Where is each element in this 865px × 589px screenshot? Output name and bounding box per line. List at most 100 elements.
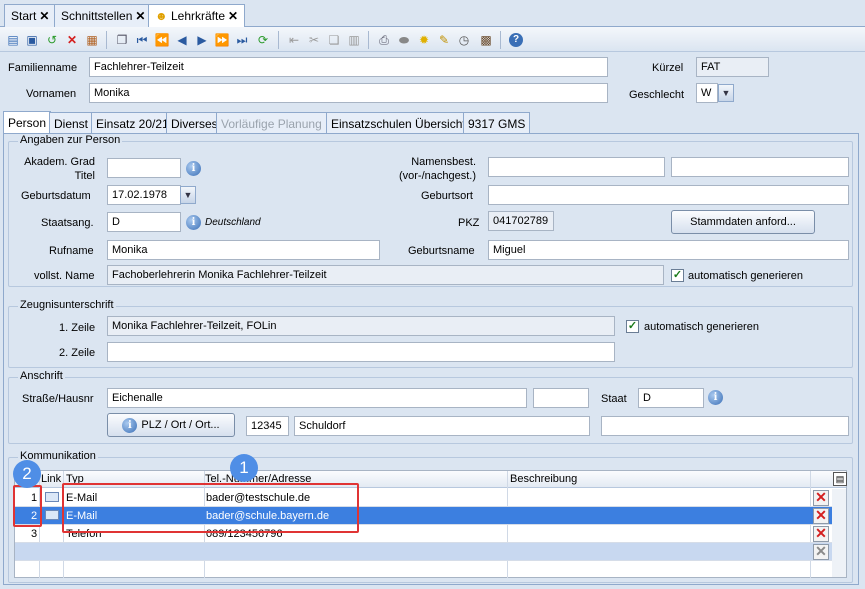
zeugnis-auto-generate-label: automatisch generieren bbox=[644, 321, 759, 333]
group-title: Zeugnisunterschrift bbox=[18, 299, 116, 311]
delete-row-icon: ✕ bbox=[813, 544, 829, 560]
staatsang-field[interactable]: D bbox=[107, 212, 181, 232]
delete-row-icon[interactable]: ✕ bbox=[813, 508, 829, 524]
paste-icon[interactable]: ▥ bbox=[346, 32, 362, 48]
copy-doc-icon[interactable]: ❏ bbox=[326, 32, 342, 48]
tab-person[interactable]: Person bbox=[3, 111, 52, 134]
cut-icon[interactable]: ✂ bbox=[306, 32, 322, 48]
new-row[interactable]: ✕ bbox=[15, 543, 846, 561]
rufname-field[interactable]: Monika bbox=[107, 240, 380, 260]
first-record-icon[interactable]: ⏮ bbox=[134, 32, 150, 48]
familienname-field[interactable]: Fachlehrer-Teilzeit bbox=[89, 57, 608, 77]
zeile1-field[interactable]: Monika Fachlehrer-Teilzeit, FOLin bbox=[107, 316, 615, 336]
column-header-beschreibung[interactable]: Beschreibung bbox=[510, 473, 577, 485]
close-icon[interactable]: ✕ bbox=[135, 9, 145, 23]
delete-row-icon[interactable]: ✕ bbox=[813, 526, 829, 542]
geburtsname-field[interactable]: Miguel bbox=[488, 240, 849, 260]
akad-grad-field[interactable] bbox=[107, 158, 181, 178]
zeile1-label: 1. Zeile bbox=[59, 322, 96, 334]
chevron-down-icon[interactable]: ▼ bbox=[180, 186, 196, 204]
close-icon[interactable]: ✕ bbox=[228, 9, 238, 23]
print-icon[interactable]: ⎙ bbox=[376, 32, 392, 48]
geburtsort-field[interactable] bbox=[488, 185, 849, 205]
geburtsdatum-field[interactable]: 17.02.1978 bbox=[107, 185, 181, 205]
document-tab-bar: Start ✕ Schnittstellen ✕ ☻ Lehrkräfte ✕ bbox=[0, 0, 865, 28]
titel-label: Titel bbox=[74, 170, 95, 182]
toolbar-separator bbox=[368, 31, 369, 49]
zeile2-field[interactable] bbox=[107, 342, 615, 362]
stammdaten-anfordern-label: Stammdaten anford... bbox=[690, 216, 796, 228]
column-chooser-icon[interactable]: ▤ bbox=[833, 472, 847, 486]
callout-badge-1: 1 bbox=[230, 454, 258, 482]
tab-diverses[interactable]: Diverses bbox=[166, 112, 223, 133]
ellipse-icon[interactable]: ⬬ bbox=[396, 32, 412, 48]
tab-lehrkraefte-label: Lehrkräfte bbox=[170, 9, 226, 23]
info-icon[interactable]: i bbox=[708, 390, 723, 405]
info-icon[interactable]: i bbox=[186, 161, 201, 176]
stammdaten-anfordern-button[interactable]: Stammdaten anford... bbox=[671, 210, 815, 234]
geburtsname-label: Geburtsname bbox=[408, 245, 475, 257]
lightbulb-icon[interactable]: ✹ bbox=[416, 32, 432, 48]
next-page-icon[interactable]: ⏩ bbox=[214, 32, 230, 48]
auto-generate-checkbox[interactable]: ✓ bbox=[671, 269, 684, 282]
help-icon[interactable]: ? bbox=[508, 32, 524, 48]
row-number: 3 bbox=[31, 528, 38, 540]
rufname-label: Rufname bbox=[49, 245, 94, 257]
previous-record-icon[interactable]: ◀ bbox=[174, 32, 190, 48]
tab-9317-gms[interactable]: 9317 GMS bbox=[463, 112, 531, 133]
tab-einsatz[interactable]: Einsatz 20/21 bbox=[91, 112, 174, 133]
ortsteil-field[interactable] bbox=[601, 416, 849, 436]
toolbar: ▤ ▣ ↺ ✕ ▦ ❐ ⏮ ⏪ ◀ ▶ ⏩ ⏭ ⟳ ⇤ ✂ ❏ ▥ ⎙ ⬬ ✹ … bbox=[0, 27, 865, 52]
previous-page-icon[interactable]: ⏪ bbox=[154, 32, 170, 48]
undo-icon[interactable]: ↺ bbox=[44, 32, 60, 48]
zeugnis-auto-generate-checkbox[interactable]: ✓ bbox=[626, 320, 639, 333]
close-icon[interactable]: ✕ bbox=[39, 9, 49, 23]
namensbest-label: Namensbest. bbox=[411, 156, 476, 168]
ort-field[interactable]: Schuldorf bbox=[294, 416, 590, 436]
next-record-icon[interactable]: ▶ bbox=[194, 32, 210, 48]
scrollbar[interactable] bbox=[832, 489, 846, 577]
column-header-link[interactable]: Link bbox=[41, 473, 61, 485]
clean-icon[interactable]: ✎ bbox=[436, 32, 452, 48]
toolbar-separator bbox=[278, 31, 279, 49]
akad-grad-label: Akadem. Grad bbox=[24, 156, 95, 168]
plz-ort-button[interactable]: i PLZ / Ort / Ort... bbox=[107, 413, 235, 437]
tab-dienst[interactable]: Dienst bbox=[49, 112, 94, 133]
callout-badge-2: 2 bbox=[13, 460, 41, 488]
namensbest-vor-field[interactable] bbox=[488, 157, 665, 177]
group-title: Angaben zur Person bbox=[18, 134, 123, 146]
vornamen-field[interactable]: Monika bbox=[89, 83, 608, 103]
clock-icon[interactable]: ◷ bbox=[456, 32, 472, 48]
arrow-left-icon[interactable]: ⇤ bbox=[286, 32, 302, 48]
new-icon[interactable]: ▤ bbox=[5, 32, 21, 48]
pkz-field[interactable]: 041702789 bbox=[488, 211, 554, 231]
tab-start[interactable]: Start ✕ bbox=[4, 4, 57, 27]
geburtsdatum-label: Geburtsdatum bbox=[21, 190, 91, 202]
kuerzel-label: Kürzel bbox=[652, 62, 684, 74]
last-record-icon[interactable]: ⏭ bbox=[234, 32, 250, 48]
delete-icon[interactable]: ✕ bbox=[64, 32, 80, 48]
geschlecht-select[interactable]: W bbox=[696, 83, 718, 103]
contact-card-icon[interactable]: ▩ bbox=[478, 32, 494, 48]
vollst-name-label: vollst. Name bbox=[34, 270, 95, 282]
staat-field[interactable]: D bbox=[638, 388, 704, 408]
refresh-icon[interactable]: ⟳ bbox=[255, 32, 271, 48]
copy-icon[interactable]: ❐ bbox=[114, 32, 130, 48]
info-icon[interactable]: i bbox=[186, 215, 201, 230]
callout-email-rows bbox=[62, 483, 359, 533]
hausnr-field[interactable] bbox=[533, 388, 589, 408]
kuerzel-field[interactable]: FAT bbox=[696, 57, 769, 77]
email-icon[interactable] bbox=[45, 510, 59, 520]
tab-einsatzschulen-uebersicht[interactable]: Einsatzschulen Übersicht bbox=[326, 112, 471, 133]
vollst-name-field[interactable]: Fachoberlehrerin Monika Fachlehrer-Teilz… bbox=[107, 265, 664, 285]
delete-row-icon[interactable]: ✕ bbox=[813, 490, 829, 506]
email-icon[interactable] bbox=[45, 492, 59, 502]
namensbest-nach-field[interactable] bbox=[671, 157, 849, 177]
chevron-down-icon[interactable]: ▼ bbox=[718, 84, 734, 102]
tab-lehrkraefte[interactable]: ☻ Lehrkräfte ✕ bbox=[148, 4, 246, 28]
tab-schnittstellen[interactable]: Schnittstellen ✕ bbox=[54, 4, 153, 27]
plz-field[interactable]: 12345 bbox=[246, 416, 289, 436]
cancel-icon[interactable]: ▦ bbox=[84, 32, 100, 48]
strasse-field[interactable]: Eichenalle bbox=[107, 388, 527, 408]
save-icon[interactable]: ▣ bbox=[24, 32, 40, 48]
